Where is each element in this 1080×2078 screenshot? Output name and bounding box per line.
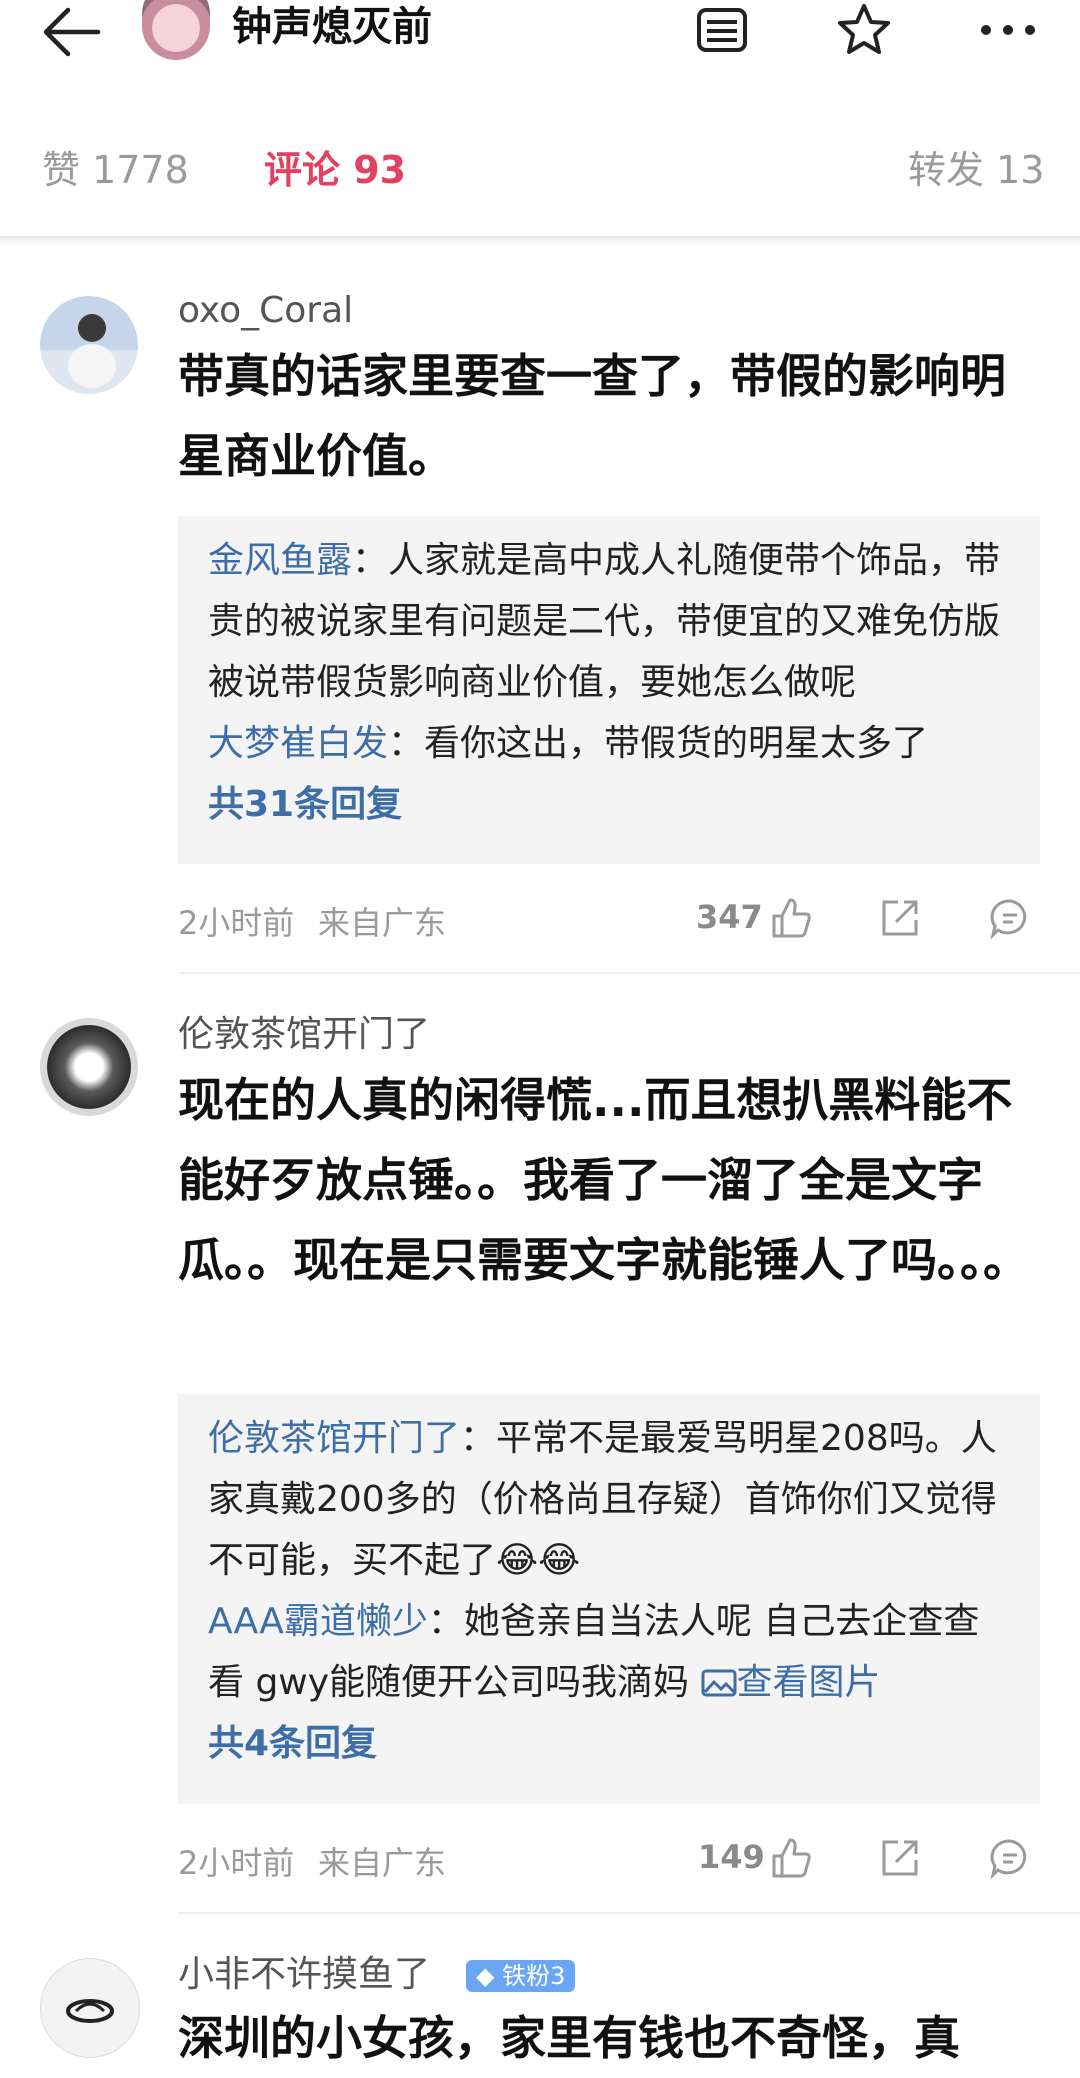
tab-likes[interactable]: 赞 1778 (42, 146, 189, 194)
share-icon[interactable] (878, 896, 922, 940)
thumbs-up-icon[interactable] (768, 1836, 812, 1880)
reply-item: AAA霸道懒少：她爸亲自当法人呢 自己去企查查看 gwy能随便开公司吗我滴妈 查… (208, 1601, 980, 1703)
more-icon[interactable] (976, 2, 1040, 60)
user-avatar[interactable] (40, 1958, 140, 2058)
comment-text: 现在的人真的闲得慌...而且想扒黑料能不能好歹放点锤。。我看了一溜了全是文字瓜。… (178, 1073, 1029, 1287)
comment-icon[interactable] (988, 896, 1032, 940)
tab-reposts[interactable]: 转发 13 (908, 146, 1044, 194)
divider (178, 972, 1080, 974)
reply-count-link[interactable]: 共31条回复 (208, 774, 1010, 835)
comment-meta: 2小时前 来自广东 149 (178, 1834, 1040, 1884)
reply-username[interactable]: 伦敦茶馆开门了 (208, 1418, 460, 1459)
comment-text: 带真的话家里要查一查了，带假的影响明星商业价值。 (178, 349, 1006, 483)
tab-bar: 赞 1778 评论 93 转发 13 (0, 110, 1080, 230)
reply-item: 伦敦茶馆开门了：平常不是最爱骂明星208吗。人家真戴200多的（价格尚且存疑）首… (208, 1418, 997, 1581)
reply-item: 大梦崔白发：看你这出，带假货的明星太多了 (208, 723, 929, 764)
fan-badge: ◆ 铁粉3 (466, 1960, 576, 1992)
comment-username[interactable]: 伦敦茶馆开门了 (178, 1012, 430, 1058)
view-image-link[interactable]: 查看图片 (701, 1662, 881, 1703)
reply-count-link[interactable]: 共4条回复 (208, 1713, 1010, 1774)
reply-username[interactable]: 金风鱼露 (208, 540, 352, 581)
reply-item: 金风鱼露：人家就是高中成人礼随便带个饰品，带贵的被说家里有问题是二代，带便宜的又… (208, 540, 1001, 703)
comment-text: 深圳的小女孩，家里有钱也不奇怪，真 (178, 2011, 960, 2065)
comment-username[interactable]: 小非不许摸鱼了 (178, 1952, 430, 1998)
comment-location: 来自广东 (318, 904, 447, 942)
back-arrow-icon[interactable] (40, 4, 110, 64)
reply-username[interactable]: AAA霸道懒少 (208, 1601, 428, 1642)
list-icon[interactable] (690, 2, 754, 60)
share-icon[interactable] (878, 1836, 922, 1880)
like-count: 347 (696, 898, 763, 936)
page-title: 钟声熄灭前 (232, 4, 432, 50)
user-avatar[interactable] (40, 296, 138, 394)
image-icon (701, 1669, 736, 1697)
author-avatar[interactable] (142, 0, 210, 60)
replies-box[interactable]: 伦敦茶馆开门了：平常不是最爱骂明星208吗。人家真戴200多的（价格尚且存疑）首… (178, 1394, 1040, 1804)
like-count: 149 (698, 1838, 765, 1876)
comment-meta: 2小时前 来自广东 347 (178, 894, 1040, 944)
replies-box[interactable]: 金风鱼露：人家就是高中成人礼随便带个饰品，带贵的被说家里有问题是二代，带便宜的又… (178, 516, 1040, 864)
divider (178, 1912, 1080, 1914)
star-icon[interactable] (832, 2, 896, 60)
comment-time: 2小时前 (178, 1844, 295, 1882)
reply-username[interactable]: 大梦崔白发 (208, 723, 388, 764)
comment-username[interactable]: oxo_Coral (178, 288, 353, 334)
tab-divider (0, 236, 1080, 246)
tab-comments[interactable]: 评论 93 (264, 146, 406, 194)
thumbs-up-icon[interactable] (768, 896, 812, 940)
comment-icon[interactable] (988, 1836, 1032, 1880)
comment-location: 来自广东 (318, 1844, 447, 1882)
user-avatar[interactable] (40, 1018, 138, 1116)
reply-text: 看你这出，带假货的明星太多了 (424, 723, 929, 764)
comment-time: 2小时前 (178, 904, 295, 942)
top-bar: 钟声熄灭前 (0, 0, 1080, 80)
